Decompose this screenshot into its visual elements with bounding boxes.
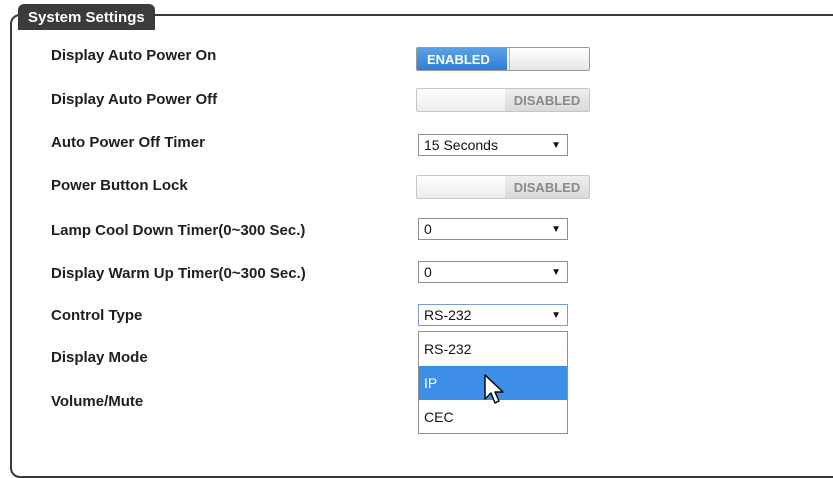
lamp-cool-down-timer-select[interactable]: 0 ▼ xyxy=(418,218,568,240)
chevron-down-icon: ▼ xyxy=(551,310,561,321)
toggle-knob xyxy=(417,176,506,198)
panel-title: System Settings xyxy=(18,4,155,30)
mouse-pointer-icon xyxy=(484,374,504,404)
label-control-type: Control Type xyxy=(51,307,143,324)
display-auto-power-off-toggle[interactable]: DISABLED xyxy=(416,88,590,112)
label-display-mode: Display Mode xyxy=(51,349,148,366)
select-value: 15 Seconds xyxy=(424,137,498,153)
power-button-lock-toggle[interactable]: DISABLED xyxy=(416,175,590,199)
chevron-down-icon: ▼ xyxy=(551,140,561,151)
dropdown-option-rs232[interactable]: RS-232 xyxy=(419,332,567,366)
label-volume-mute: Volume/Mute xyxy=(51,393,144,410)
chevron-down-icon: ▼ xyxy=(551,224,561,235)
toggle-disabled-label: DISABLED xyxy=(505,89,589,111)
label-display-auto-power-on: Display Auto Power On xyxy=(51,47,217,64)
display-warm-up-timer-select[interactable]: 0 ▼ xyxy=(418,261,568,283)
select-value: RS-232 xyxy=(424,307,472,323)
auto-power-off-timer-select[interactable]: 15 Seconds ▼ xyxy=(418,134,568,156)
toggle-knob xyxy=(417,89,506,111)
label-lamp-cool-down-timer: Lamp Cool Down Timer(0~300 Sec.) xyxy=(51,222,306,239)
label-display-auto-power-off: Display Auto Power Off xyxy=(51,91,218,108)
toggle-disabled-label: DISABLED xyxy=(505,176,589,198)
control-type-select[interactable]: RS-232 ▼ xyxy=(418,304,568,326)
label-power-button-lock: Power Button Lock xyxy=(51,177,188,194)
display-auto-power-on-toggle[interactable]: ENABLED xyxy=(416,47,590,71)
select-value: 0 xyxy=(424,221,432,237)
label-auto-power-off-timer: Auto Power Off Timer xyxy=(51,134,205,151)
toggle-enabled-label: ENABLED xyxy=(417,48,507,70)
select-value: 0 xyxy=(424,264,432,280)
chevron-down-icon: ▼ xyxy=(551,267,561,278)
toggle-knob xyxy=(509,48,589,70)
label-display-warm-up-timer: Display Warm Up Timer(0~300 Sec.) xyxy=(51,265,306,282)
